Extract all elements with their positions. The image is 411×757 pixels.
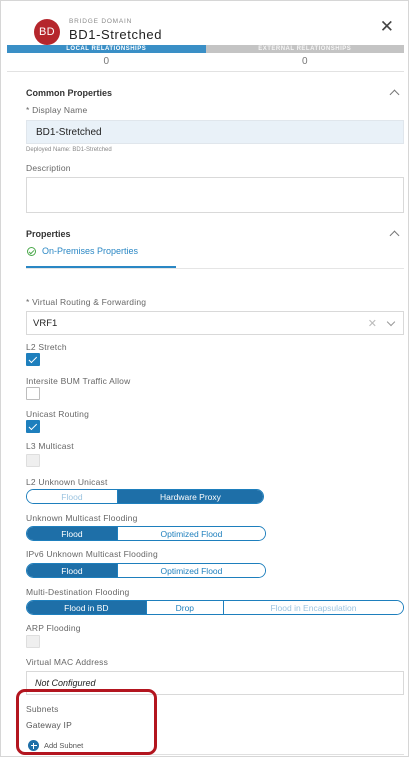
unicast-routing-label: Unicast Routing [26, 409, 90, 419]
option-flood-in-encapsulation[interactable]: Flood in Encapsulation [222, 601, 403, 614]
display-name-input[interactable]: BD1-Stretched [26, 120, 404, 144]
check-circle-icon [27, 246, 36, 256]
object-title: BD1-Stretched [69, 27, 163, 42]
option-hardware-proxy[interactable]: Hardware Proxy [116, 490, 263, 503]
description-input[interactable] [26, 177, 404, 213]
chevron-up-icon[interactable] [389, 89, 400, 100]
option-flood[interactable]: Flood [27, 527, 117, 540]
unknown-multicast-flooding-toggle: Flood Optimized Flood [26, 526, 266, 541]
relationship-counts: 0 0 [7, 56, 404, 67]
option-drop[interactable]: Drop [145, 601, 223, 614]
chevron-up-icon[interactable] [389, 230, 400, 241]
divider [7, 71, 404, 72]
vrf-value: VRF1 [33, 317, 58, 329]
deployed-name: Deployed Name: BD1-Stretched [26, 147, 112, 153]
vrf-label: * Virtual Routing & Forwarding [26, 297, 147, 307]
bridge-domain-panel: BD BRIDGE DOMAIN BD1-Stretched ✕ LOCAL R… [0, 0, 409, 757]
description-label: Description [26, 163, 71, 173]
virtual-mac-label: Virtual MAC Address [26, 657, 109, 667]
tab-local-relationships[interactable]: LOCAL RELATIONSHIPS [7, 45, 206, 53]
unicast-routing-checkbox[interactable] [26, 420, 40, 433]
l2-stretch-checkbox[interactable] [26, 353, 40, 366]
ipv6-unknown-multicast-flooding-toggle: Flood Optimized Flood [26, 563, 266, 578]
l3-multicast-label: L3 Multicast [26, 441, 74, 451]
local-relationships-count: 0 [103, 56, 110, 67]
intersite-bum-checkbox[interactable] [26, 387, 40, 400]
option-flood[interactable]: Flood [27, 490, 117, 503]
option-flood-in-bd[interactable]: Flood in BD [27, 601, 146, 614]
display-name-label: * Display Name [26, 105, 88, 115]
ipv6-unknown-multicast-flooding-label: IPv6 Unknown Multicast Flooding [26, 549, 158, 559]
tab-on-premises-label: On-Premises Properties [42, 246, 139, 256]
clear-icon[interactable]: ✕ [368, 317, 377, 330]
properties-title: Properties [26, 229, 71, 239]
tab-external-relationships[interactable]: EXTERNAL RELATIONSHIPS [205, 45, 404, 53]
object-type: BRIDGE DOMAIN [69, 18, 133, 25]
divider [26, 268, 404, 269]
l3-multicast-checkbox[interactable] [26, 454, 40, 467]
close-icon[interactable]: ✕ [380, 18, 394, 35]
external-relationships-count: 0 [301, 56, 308, 67]
l2-unknown-unicast-label: L2 Unknown Unicast [26, 477, 108, 487]
arp-flooding-label: ARP Flooding [26, 623, 81, 633]
unknown-multicast-flooding-label: Unknown Multicast Flooding [26, 513, 138, 523]
intersite-bum-label: Intersite BUM Traffic Allow [26, 376, 131, 386]
highlight-annotation [16, 689, 157, 755]
arp-flooding-checkbox[interactable] [26, 635, 40, 648]
tab-on-premises-properties[interactable]: On-Premises Properties [27, 246, 138, 256]
option-optimized-flood[interactable]: Optimized Flood [116, 527, 265, 540]
common-properties-title: Common Properties [26, 88, 113, 98]
object-badge: BD [34, 19, 60, 45]
relationship-tabs: LOCAL RELATIONSHIPS EXTERNAL RELATIONSHI… [7, 45, 404, 53]
multi-destination-flooding-label: Multi-Destination Flooding [26, 587, 130, 597]
chevron-down-icon[interactable] [386, 317, 396, 327]
l2-stretch-label: L2 Stretch [26, 342, 67, 352]
vrf-select[interactable]: VRF1 ✕ [26, 311, 404, 335]
option-optimized-flood[interactable]: Optimized Flood [116, 564, 265, 577]
option-flood[interactable]: Flood [27, 564, 117, 577]
l2-unknown-unicast-toggle: Flood Hardware Proxy [26, 489, 264, 504]
multi-destination-flooding-toggle: Flood in BD Drop Flood in Encapsulation [26, 600, 404, 615]
